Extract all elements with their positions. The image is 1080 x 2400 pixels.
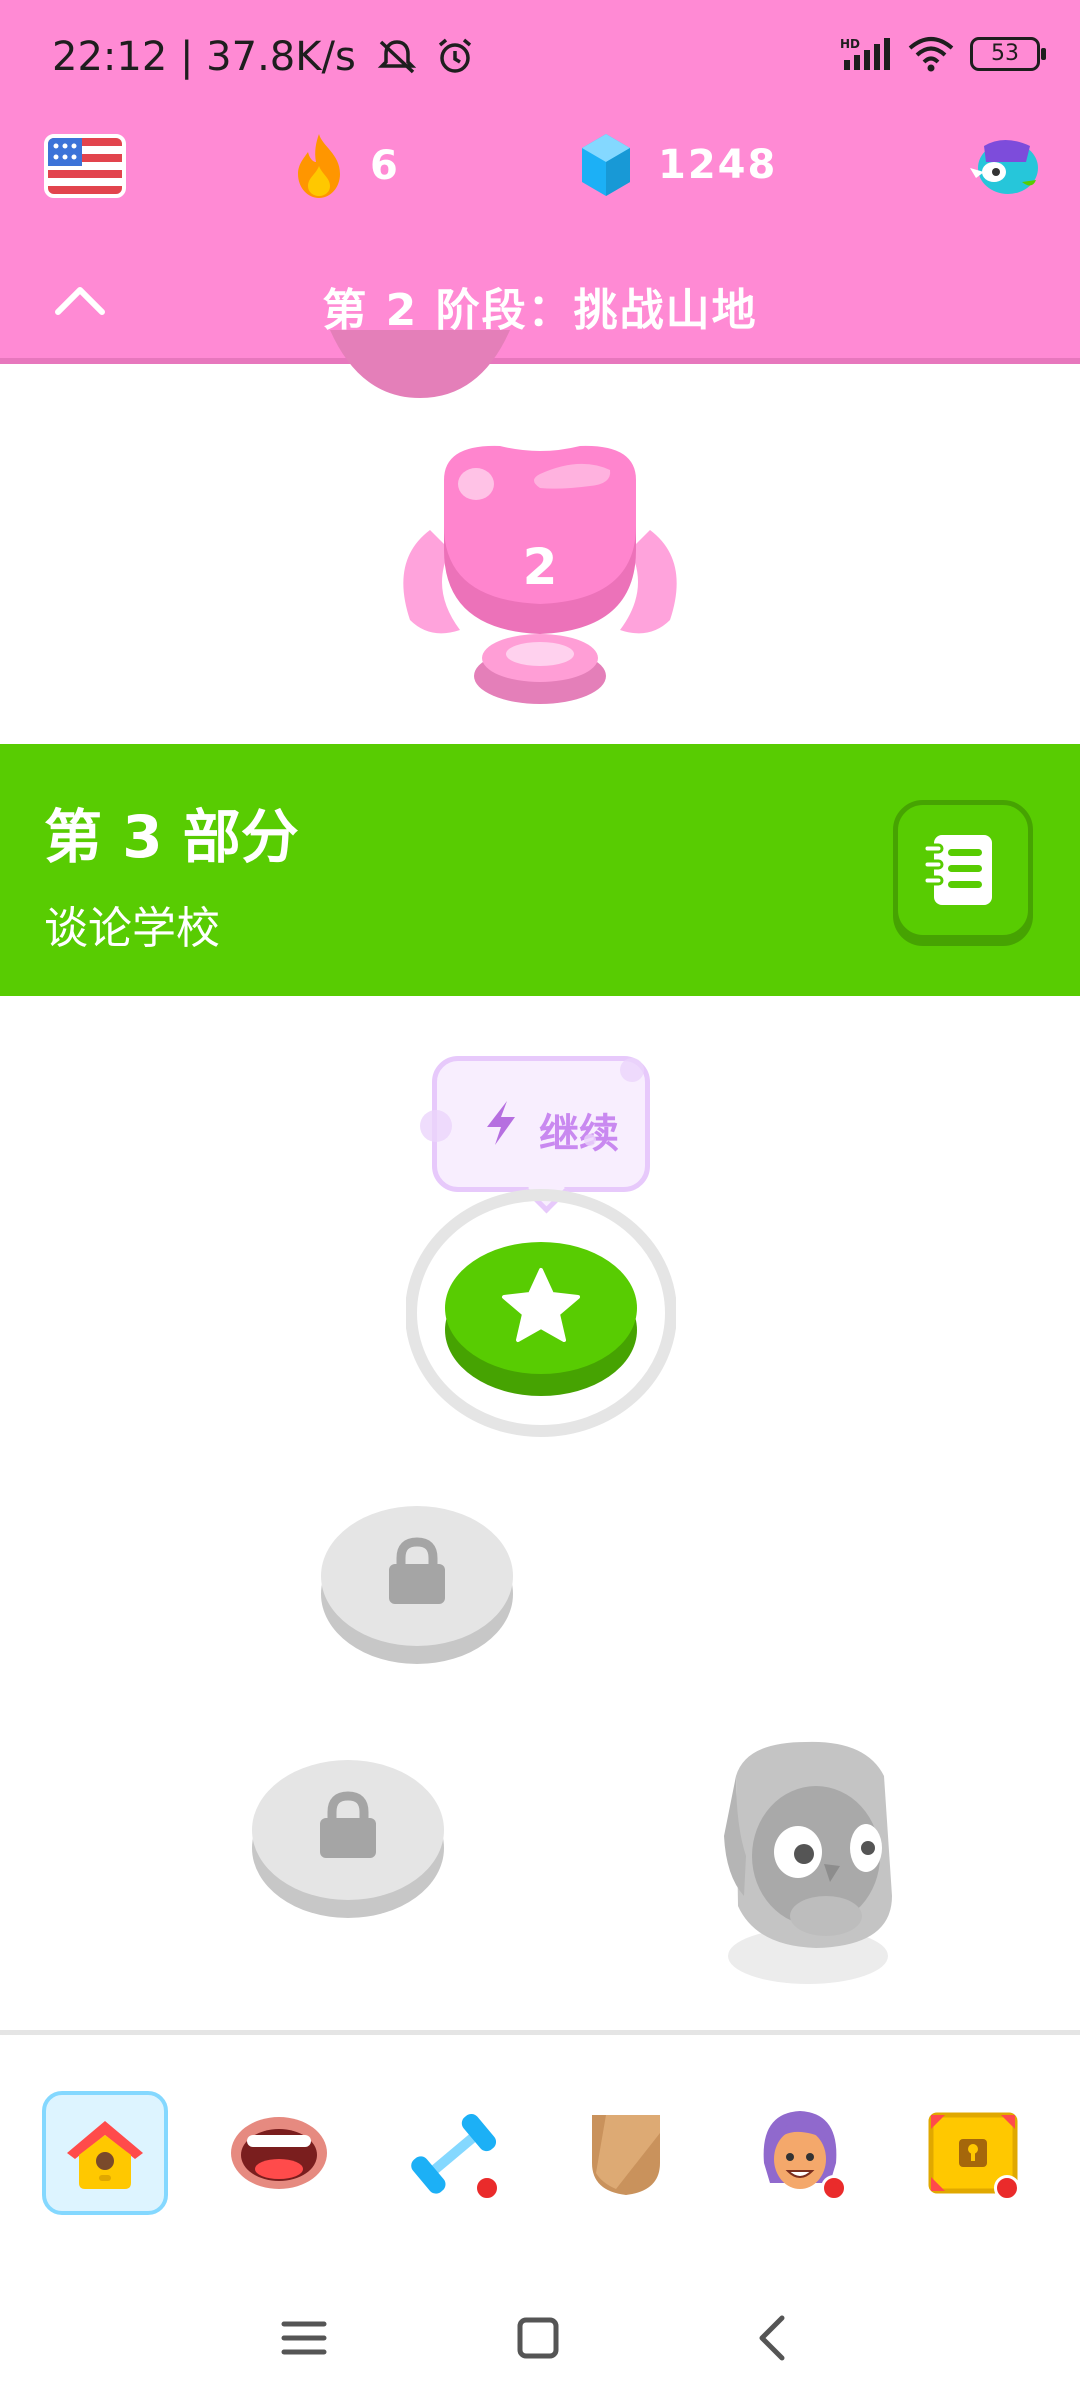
- wifi-icon: [908, 37, 954, 72]
- locked-lesson-node[interactable]: [250, 1744, 446, 1928]
- gem-count: 1248: [658, 142, 778, 188]
- us-flag-icon[interactable]: [44, 134, 126, 198]
- section-title[interactable]: 第 2 阶段：挑战山地: [0, 274, 1080, 338]
- gem-icon: [582, 134, 630, 196]
- gem-counter[interactable]: 1248: [578, 132, 777, 198]
- nav-leaderboard[interactable]: [563, 2091, 689, 2215]
- current-lesson-node[interactable]: [406, 1188, 676, 1438]
- mute-notification-icon: [377, 40, 416, 74]
- tooltip-sparkles: [420, 1058, 644, 1146]
- menu-icon[interactable]: [274, 2308, 334, 2368]
- notification-dot: [994, 2175, 1020, 2201]
- league-shield-icon: [592, 2115, 660, 2195]
- status-time-text: 22:12 | 37.8K/s: [52, 34, 356, 80]
- home-icon: [67, 2121, 143, 2189]
- speaking-lips-icon: [231, 2117, 327, 2189]
- svg-text:HD: HD: [840, 37, 860, 51]
- unit-title: 第 3 部分: [44, 803, 299, 871]
- previous-trophy-base: [330, 330, 510, 398]
- battery-indicator: 53: [970, 37, 1046, 71]
- super-duo-icon[interactable]: [964, 132, 1044, 204]
- status-icons: HD 53: [840, 36, 1046, 72]
- section-row: 第 2 阶段：挑战山地: [0, 262, 1080, 342]
- signal-icon: HD: [840, 37, 890, 70]
- status-time-speed: 22:12 | 37.8K/s: [52, 34, 475, 80]
- character-illustration: [724, 1741, 892, 1984]
- back-icon[interactable]: [744, 2308, 804, 2368]
- unit-banner: 第 3 部分 谈论学校: [0, 744, 1080, 996]
- nav-shop[interactable]: [910, 2091, 1036, 2215]
- nav-profile[interactable]: [737, 2091, 863, 2215]
- notification-dot: [821, 2175, 847, 2201]
- nav-practice[interactable]: [390, 2091, 516, 2215]
- flame-icon: [298, 134, 340, 198]
- nav-speaking[interactable]: [216, 2091, 342, 2215]
- streak-counter[interactable]: 6: [290, 132, 400, 200]
- notification-dot: [474, 2175, 500, 2201]
- unit-subtitle: 谈论学校: [44, 903, 220, 954]
- guidebook-icon: [922, 835, 992, 905]
- home-square-icon[interactable]: [508, 2308, 568, 2368]
- guidebook-button[interactable]: [893, 800, 1033, 940]
- nav-home[interactable]: [42, 2091, 168, 2215]
- streak-count: 6: [370, 143, 400, 189]
- alarm-icon: [439, 38, 472, 73]
- bottom-navigation: [0, 2035, 1080, 2235]
- system-navigation-bar: [0, 2270, 1080, 2400]
- stats-row: 6 1248: [0, 120, 1080, 220]
- locked-lesson-node[interactable]: [319, 1490, 515, 1674]
- status-bar: 22:12 | 37.8K/s HD 53: [0, 0, 1080, 120]
- trophy-level: 2: [522, 538, 558, 596]
- top-header: 22:12 | 37.8K/s HD 53 6 1248 第 2 阶段：挑战山地: [0, 0, 1080, 364]
